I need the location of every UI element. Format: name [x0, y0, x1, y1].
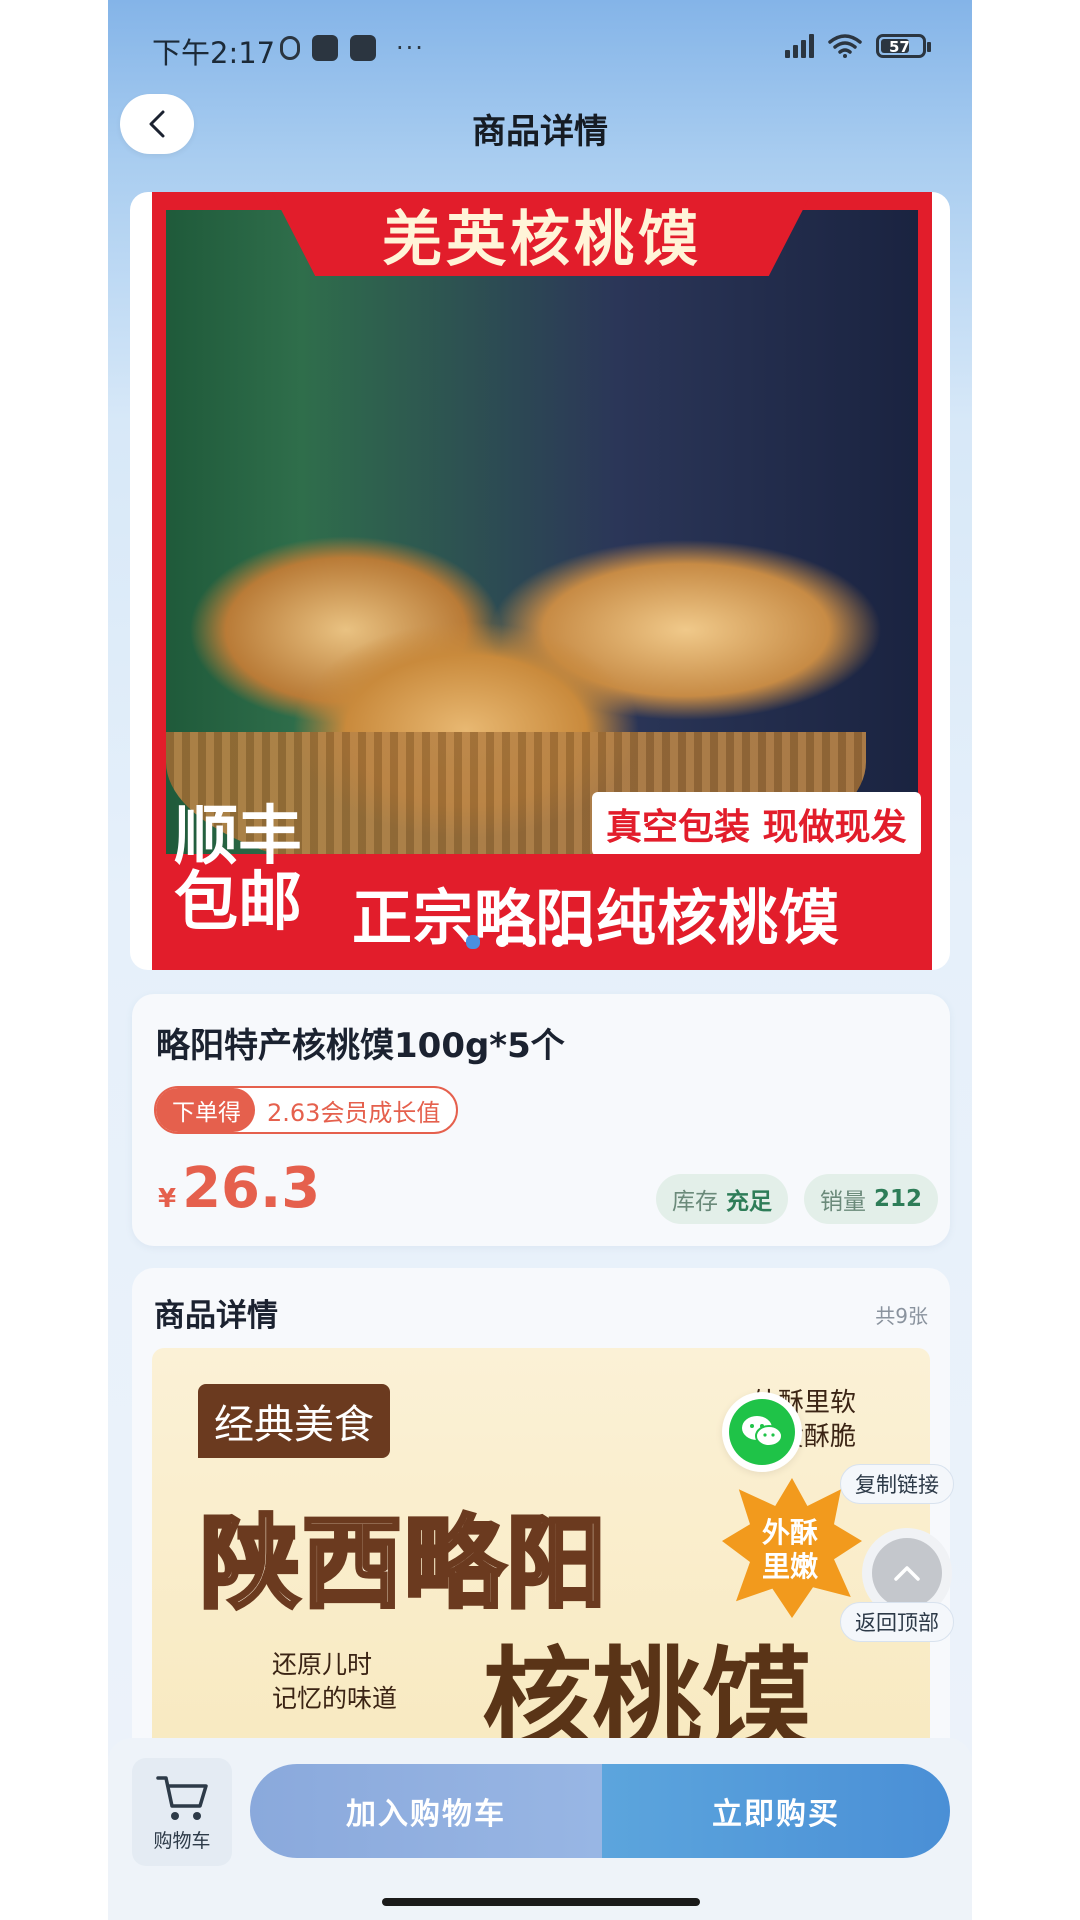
currency-symbol: ¥: [158, 1184, 177, 1214]
detail-image-tag: 经典美食: [198, 1384, 390, 1458]
detail-image-subtitle: 还原儿时 记忆的味道: [272, 1648, 397, 1716]
bottom-action-bar: 购物车 加入购物车 立即购买: [108, 1738, 972, 1920]
status-system-icons: 57: [785, 34, 931, 58]
star-line-1: 外酥: [762, 1516, 819, 1549]
growth-reward-badge: 下单得 2.63会员成长值: [154, 1086, 459, 1134]
hero-main-text: 正宗略阳纯核桃馍: [352, 884, 840, 954]
download-icon: [312, 35, 338, 61]
subtitle-line-2: 记忆的味道: [272, 1684, 398, 1713]
product-main-image: 羌英核桃馍 真空包装 现做现发 顺丰包邮 正宗略阳纯核桃馍: [152, 192, 932, 970]
product-image-carousel[interactable]: 羌英核桃馍 真空包装 现做现发 顺丰包邮 正宗略阳纯核桃馍: [130, 192, 950, 970]
starburst-text: 外酥 里嫩: [762, 1516, 818, 1584]
detail-image[interactable]: 经典美食 外酥里软 金黄酥脆 外酥 里嫩 陕西略阳 还原儿时 记忆的味道 核桃馍: [152, 1348, 930, 1788]
sales-value: 212: [874, 1186, 923, 1212]
subtitle-line-1: 还原儿时: [272, 1650, 373, 1679]
stock-value: 充足: [726, 1189, 772, 1215]
carousel-dot[interactable]: [552, 935, 564, 947]
hero-brand-text: 羌英核桃馍: [382, 204, 702, 275]
sales-badge: 销量 212: [804, 1174, 939, 1224]
status-bar: 下午2:17 ··· 57: [108, 0, 972, 100]
hero-banner-top: 羌英核桃馍: [272, 192, 812, 276]
phone-screen: 下午2:17 ··· 57 商品详情 羌英核桃馍 真空包装 现做现发 顺丰包邮 …: [108, 0, 972, 1920]
wechat-share-button[interactable]: [722, 1392, 802, 1472]
hero-tag: 真空包装 现做现发: [592, 792, 921, 856]
more-notifications-icon: ···: [396, 34, 425, 62]
carousel-dot[interactable]: [580, 935, 592, 947]
status-time: 下午2:17: [152, 36, 276, 70]
star-line-2: 里嫩: [762, 1550, 819, 1583]
battery-icon: 57: [876, 34, 931, 58]
cart-icon: [156, 1775, 208, 1820]
app-notification-icon: [350, 35, 376, 61]
product-info-card: 略阳特产核桃馍100g*5个 下单得 2.63会员成长值 ¥ 26.3 库存 充…: [132, 994, 950, 1246]
buy-now-button[interactable]: 立即购买: [602, 1764, 950, 1858]
details-image-count: 共9张: [875, 1304, 928, 1328]
hero-tag-text: 真空包装 现做现发: [606, 807, 907, 848]
carousel-indicator: [466, 935, 592, 949]
back-to-top-label[interactable]: 返回顶部: [840, 1602, 954, 1642]
detail-image-title: 陕西略阳: [198, 1503, 608, 1624]
signal-icon: [785, 34, 814, 58]
stock-badge: 库存 充足: [656, 1174, 788, 1224]
alarm-icon: [280, 36, 300, 60]
price-value: 26.3: [182, 1156, 321, 1221]
cart-button[interactable]: 购物车: [132, 1758, 232, 1866]
wechat-icon: [729, 1399, 795, 1465]
battery-level: 57: [889, 38, 910, 56]
carousel-dot[interactable]: [524, 935, 536, 947]
copy-link-button[interactable]: 复制链接: [840, 1464, 954, 1504]
growth-prefix: 下单得: [156, 1088, 255, 1132]
cart-label: 购物车: [153, 1829, 211, 1852]
chevron-up-icon: [872, 1538, 942, 1608]
stock-label: 库存: [672, 1189, 718, 1215]
page-title: 商品详情: [472, 112, 608, 152]
product-price: ¥ 26.3: [158, 1156, 320, 1221]
carousel-dot[interactable]: [496, 935, 508, 947]
hero-shipping-text: 顺丰包邮: [174, 800, 302, 940]
sales-label: 销量: [820, 1189, 866, 1215]
product-name: 略阳特产核桃馍100g*5个: [156, 1026, 565, 1066]
wifi-icon: [828, 34, 862, 58]
product-details-section: 商品详情 共9张 经典美食 外酥里软 金黄酥脆 外酥 里嫩 陕西略阳 还原儿时 …: [132, 1268, 950, 1788]
add-to-cart-button[interactable]: 加入购物车: [250, 1764, 602, 1858]
purchase-actions: 加入购物车 立即购买: [250, 1764, 950, 1858]
growth-value: 2.63会员成长值: [267, 1098, 441, 1127]
carousel-dot[interactable]: [466, 935, 480, 949]
details-title: 商品详情: [154, 1298, 278, 1334]
home-indicator[interactable]: [382, 1898, 700, 1906]
status-notification-icons: ···: [280, 34, 425, 62]
